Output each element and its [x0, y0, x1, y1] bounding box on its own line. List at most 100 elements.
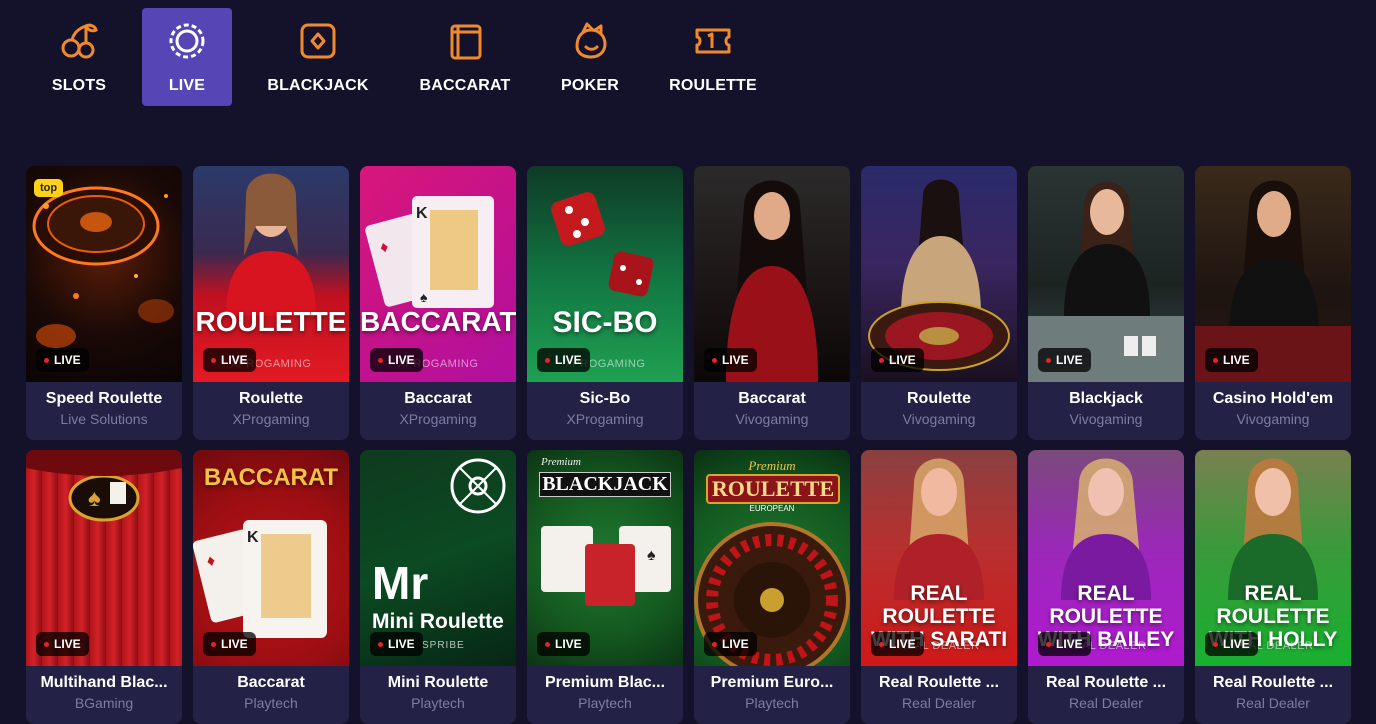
card-diamond-icon — [295, 18, 341, 64]
game-card[interactable]: LIVE Roulette Vivogaming — [861, 166, 1017, 440]
live-badge: LIVE — [370, 348, 423, 372]
tab-roulette[interactable]: ROULETTE — [658, 8, 768, 106]
game-card[interactable]: REAL ROULETTE WITH SARATI REAL DEALER LI… — [861, 450, 1017, 724]
game-provider: XProgaming — [566, 411, 644, 427]
game-card[interactable]: ROULETTE XPROGAMING LIVE Roulette XProga… — [193, 166, 349, 440]
game-thumbnail: ROULETTE XPROGAMING LIVE — [193, 166, 349, 382]
game-card[interactable]: LIVE Baccarat Vivogaming — [694, 166, 850, 440]
game-card[interactable]: Mr Mini Roulette SPRIBE LIVE Mini Roulet… — [360, 450, 516, 724]
dealer-art — [1061, 458, 1151, 600]
game-card[interactable]: Premium BLACKJACK ♠ LIVE Premium Blac...… — [527, 450, 683, 724]
game-card[interactable]: BACCARAT ♦ K LIVE Baccarat Playtech — [193, 450, 349, 724]
game-thumbnail: REAL ROULETTE WITH SARATI REAL DEALER LI… — [861, 450, 1017, 666]
game-thumbnail: Premium BLACKJACK ♠ LIVE — [527, 450, 683, 666]
game-name: Premium Euro... — [710, 674, 834, 691]
art-subtitle: SPRIBE — [422, 640, 465, 651]
game-info: Baccarat Playtech — [193, 666, 349, 724]
game-thumbnail: REAL ROULETTE WITH HOLLY REAL DEALER LIV… — [1195, 450, 1351, 666]
live-dot — [879, 357, 884, 363]
live-dot — [211, 641, 216, 647]
game-provider: Playtech — [411, 695, 465, 711]
live-badge: LIVE — [1205, 348, 1258, 372]
dealer-art — [1228, 458, 1318, 600]
game-name: Roulette — [907, 390, 971, 407]
dealer-art — [894, 458, 984, 600]
game-provider: Real Dealer — [902, 695, 976, 711]
art-title: Mini Roulette — [372, 610, 504, 633]
live-badge: LIVE — [370, 632, 423, 656]
game-card[interactable]: top LIVE Speed Roulette Live Solutions — [26, 166, 182, 440]
game-card[interactable]: ♦ K ♠ BACCARAT XPROGAMING LIVE Baccarat … — [360, 166, 516, 440]
game-provider: Playtech — [244, 695, 298, 711]
game-card[interactable]: LIVE Casino Hold'em Vivogaming — [1195, 166, 1351, 440]
live-badge: LIVE — [1205, 632, 1258, 656]
live-dot — [44, 357, 49, 363]
game-name: Real Roulette ... — [1045, 674, 1167, 691]
cherry-icon — [56, 18, 102, 64]
tab-label: ROULETTE — [669, 77, 757, 94]
game-thumbnail: LIVE — [694, 166, 850, 382]
game-card[interactable]: REAL ROULETTE WITH HOLLY REAL DEALER LIV… — [1195, 450, 1351, 724]
live-badge: LIVE — [203, 348, 256, 372]
tab-live[interactable]: LIVE — [142, 8, 232, 106]
game-thumbnail: Mr Mini Roulette SPRIBE LIVE — [360, 450, 516, 666]
game-card[interactable]: SIC-BO XPROGAMING LIVE Sic-Bo XProgaming — [527, 166, 683, 440]
game-provider: Vivogaming — [902, 411, 976, 427]
svg-text:♠: ♠ — [88, 485, 101, 512]
game-thumbnail: LIVE — [1195, 166, 1351, 382]
live-dot — [1046, 357, 1051, 363]
game-name: Blackjack — [1069, 390, 1143, 407]
game-name: Real Roulette ... — [878, 674, 1000, 691]
svg-text:♠: ♠ — [420, 289, 428, 305]
game-card[interactable]: Premium ROULETTE EUROPEAN LIVE Premium E… — [694, 450, 850, 724]
game-name: Baccarat — [738, 390, 806, 407]
dealer-art — [226, 173, 316, 316]
live-dot — [44, 641, 49, 647]
live-badge: LIVE — [36, 348, 89, 372]
game-info: Baccarat XProgaming — [360, 382, 516, 440]
poker-hand-icon — [567, 18, 613, 64]
game-info: Multihand Blac... BGaming — [26, 666, 182, 724]
game-provider: Vivogaming — [1069, 411, 1143, 427]
game-provider: XProgaming — [232, 411, 310, 427]
svg-text:♠: ♠ — [647, 547, 656, 564]
game-thumbnail: LIVE — [861, 166, 1017, 382]
live-badge: LIVE — [871, 348, 924, 372]
game-provider: Playtech — [578, 695, 632, 711]
game-thumbnail: BACCARAT ♦ K LIVE — [193, 450, 349, 666]
tab-label: POKER — [561, 77, 619, 94]
tab-slots[interactable]: SLOTS — [34, 8, 124, 106]
game-name: Mini Roulette — [387, 674, 489, 691]
tab-baccarat[interactable]: BACCARAT — [410, 8, 520, 106]
game-provider: BGaming — [74, 695, 134, 711]
game-card[interactable]: ♠ LIVE Multihand Blac... BGaming — [26, 450, 182, 724]
game-info: Real Roulette ... Real Dealer — [1195, 666, 1351, 724]
tab-blackjack[interactable]: BLACKJACK — [258, 8, 378, 106]
live-dot — [1213, 357, 1218, 363]
tab-poker[interactable]: POKER — [550, 8, 630, 106]
live-dot — [1213, 641, 1218, 647]
game-name: Casino Hold'em — [1212, 390, 1334, 407]
svg-text:K: K — [416, 205, 428, 222]
game-card[interactable]: REAL ROULETTE WITH BAILEY REAL DEALER LI… — [1028, 450, 1184, 724]
art-title: SIC-BO — [552, 306, 658, 339]
live-badge: LIVE — [871, 632, 924, 656]
game-info: Roulette Vivogaming — [861, 382, 1017, 440]
live-badge: LIVE — [704, 348, 757, 372]
game-thumbnail: ♦ K ♠ BACCARAT XPROGAMING LIVE — [360, 166, 516, 382]
game-card[interactable]: LIVE Blackjack Vivogaming — [1028, 166, 1184, 440]
game-thumbnail: top LIVE — [26, 166, 182, 382]
game-info: Mini Roulette Playtech — [360, 666, 516, 724]
ticket-icon — [690, 18, 736, 64]
game-name: Baccarat — [404, 390, 472, 407]
category-tabs: SLOTS LIVE BLACKJACK BACCARAT POKER ROUL… — [0, 0, 800, 120]
game-info: Roulette XProgaming — [193, 382, 349, 440]
game-info: Baccarat Vivogaming — [694, 382, 850, 440]
live-badge: LIVE — [537, 632, 590, 656]
game-info: Speed Roulette Live Solutions — [26, 382, 182, 440]
game-name: Real Roulette ... — [1212, 674, 1334, 691]
tab-label: LIVE — [168, 77, 206, 94]
live-badge: LIVE — [1038, 632, 1091, 656]
game-thumbnail: REAL ROULETTE WITH BAILEY REAL DEALER LI… — [1028, 450, 1184, 666]
game-thumbnail: Premium ROULETTE EUROPEAN LIVE — [694, 450, 850, 666]
